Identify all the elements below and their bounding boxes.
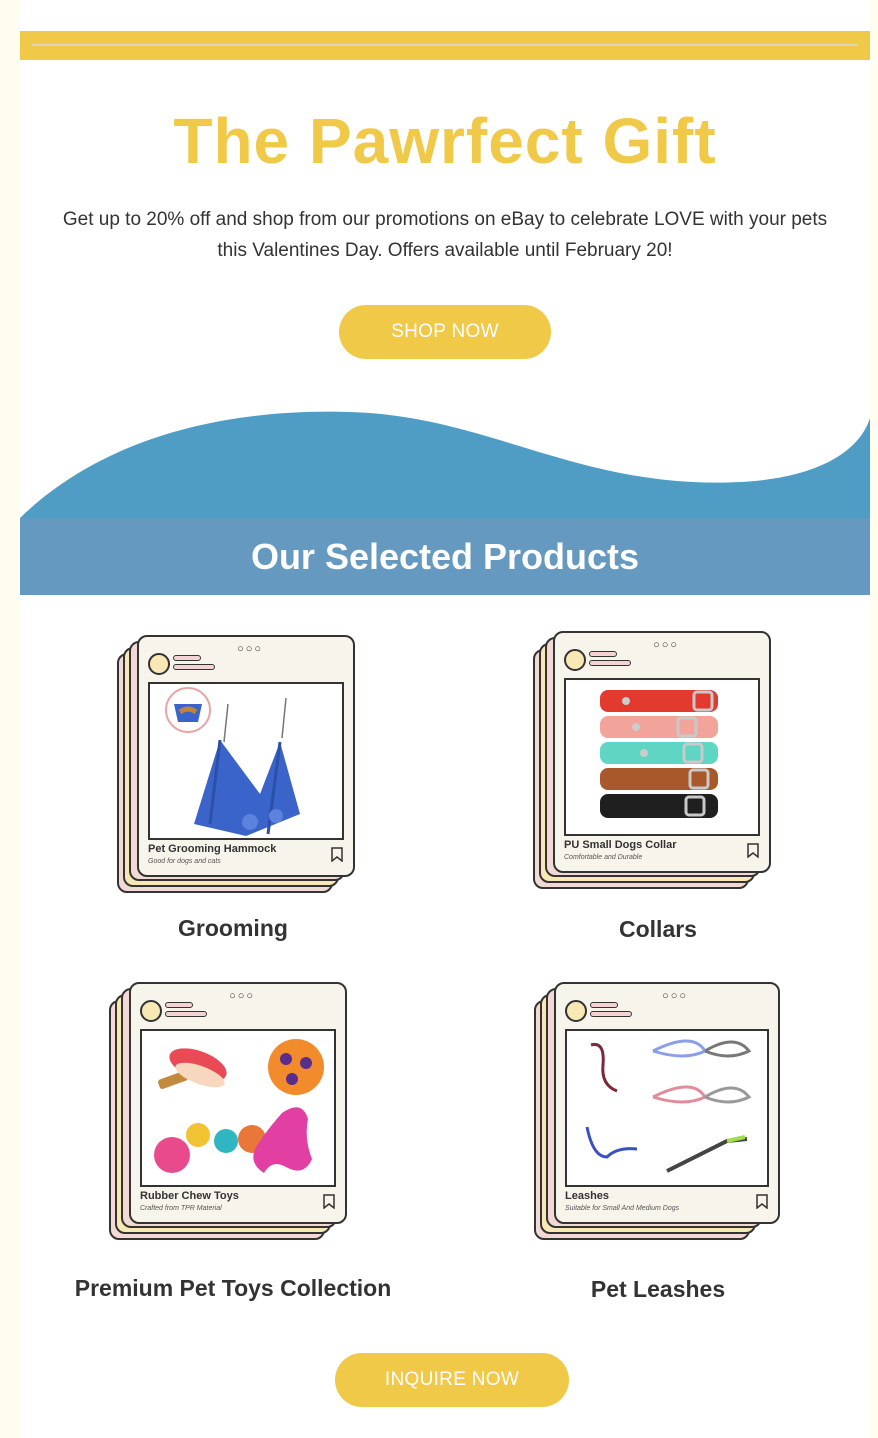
product-card-toys[interactable]: ○○○ Rubber Chew Toys Crafted from TPR Ma…	[109, 982, 349, 1247]
product-subtitle: Crafted from TPR Material	[140, 1205, 222, 1212]
product-subtitle: Good for dogs and cats	[148, 858, 221, 865]
category-toys: Premium Pet Toys Collection	[74, 1275, 392, 1301]
avatar-icon	[140, 1000, 162, 1022]
promo-text: Get up to 20% off and shop from our prom…	[62, 209, 828, 261]
section-band: Our Selected Products	[20, 518, 870, 595]
product-photo	[140, 1029, 336, 1187]
top-bar-line	[32, 44, 858, 46]
bookmark-icon[interactable]	[747, 843, 759, 858]
dots-icon: ○○○	[237, 643, 263, 655]
top-bar	[20, 31, 870, 60]
wave-divider	[20, 411, 870, 520]
page-title: The Pawrfect Gift	[173, 105, 717, 177]
inquire-now-button[interactable]: INQUIRE NOW	[335, 1353, 569, 1407]
product-window: ○○○ Pet Grooming Hammock Good for dogs a…	[137, 635, 355, 877]
shop-now-button[interactable]: SHOP NOW	[339, 305, 551, 359]
avatar-icon	[565, 1000, 587, 1022]
dots-icon: ○○○	[662, 990, 688, 1002]
product-name: PU Small Dogs Collar	[564, 839, 677, 851]
bookmark-icon[interactable]	[331, 847, 343, 862]
email-sheet: The Pawrfect Gift Get up to 20% off and …	[20, 0, 870, 1438]
product-subtitle: Suitable for Small And Medium Dogs	[565, 1205, 680, 1212]
dots-icon: ○○○	[229, 990, 255, 1002]
product-window: ○○○ Leashes Suitable for Small And Mediu…	[554, 982, 780, 1224]
avatar-icon	[148, 653, 170, 675]
product-window: ○○○ Rubber Chew Toys Crafted from TPR Ma…	[129, 982, 347, 1224]
product-window: ○○○ PU Small Dogs Collar Comfortable and…	[553, 631, 771, 873]
bookmark-icon[interactable]	[756, 1194, 768, 1209]
product-photo	[564, 678, 760, 836]
product-photo	[565, 1029, 769, 1187]
product-subtitle: Comfortable and Durable	[564, 854, 643, 861]
product-card-grooming[interactable]: ○○○ Pet Grooming Hammock Good for dogs a…	[117, 635, 357, 900]
section-title: Our Selected Products	[250, 536, 640, 577]
product-name: Leashes	[565, 1190, 610, 1202]
product-card-collars[interactable]: ○○○ PU Small Dogs Collar Comfortable and…	[533, 631, 773, 896]
category-collars: Collars	[619, 916, 697, 942]
avatar-icon	[564, 649, 586, 671]
bookmark-icon[interactable]	[323, 1194, 335, 1209]
dots-icon: ○○○	[653, 639, 679, 651]
product-name: Pet Grooming Hammock	[148, 843, 277, 855]
category-leashes: Pet Leashes	[590, 1276, 726, 1302]
product-card-leashes[interactable]: ○○○ Leashes Suitable for Small And Mediu…	[534, 982, 780, 1247]
product-name: Rubber Chew Toys	[140, 1190, 239, 1202]
category-grooming: Grooming	[178, 915, 288, 941]
product-photo	[148, 682, 344, 840]
